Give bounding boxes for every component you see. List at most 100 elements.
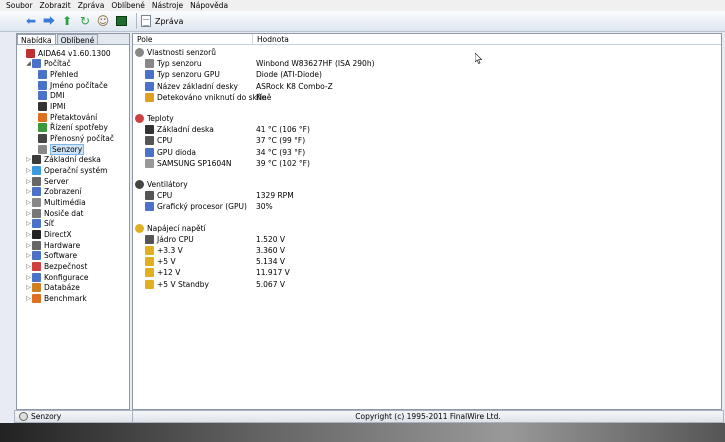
sidebar-item-label: Senzory	[50, 143, 85, 155]
menu-item[interactable]: Zobrazit	[40, 1, 71, 10]
sensor-row[interactable]: Název základní desky ASRock K8 Combo-Z	[133, 81, 719, 92]
field-name: Detekováno vniknutí do skříně	[157, 92, 272, 102]
menu-bar: Soubor Zobrazit Zpráva Oblíbené Nástroje Nápo…	[0, 0, 725, 11]
expand-arrow-icon[interactable]: ▷	[25, 156, 32, 163]
field-value: Winbond W83627HF (ISA 290h)	[256, 59, 375, 69]
dmi-icon	[38, 91, 47, 101]
sidebar-item-databaze[interactable]: ▷ Databáze	[17, 282, 129, 293]
sidebar-item-label: IPMI	[50, 102, 66, 112]
sidebar-item-zakladni-deska[interactable]: ▷ Základní deska	[17, 155, 129, 166]
sensor-row[interactable]: Typ senzoru Winbond W83627HF (ISA 290h)	[133, 58, 719, 69]
sensor-row[interactable]: +5 V Standby 5.067 V	[133, 279, 719, 290]
sidebar-item-pretaktovani[interactable]: Přetaktování	[17, 112, 129, 123]
sidebar-item-zobrazeni[interactable]: ▷ Zobrazení	[17, 187, 129, 198]
directx-icon	[32, 229, 41, 239]
databaze-icon	[32, 283, 41, 293]
sidebar-item-label: AIDA64 v1.60.1300	[38, 48, 111, 58]
sidebar-item-prenosny-pocitac[interactable]: Přenosný počítač	[17, 133, 129, 144]
sensor-row[interactable]: CPU 37 °C (99 °F)	[133, 135, 719, 146]
sidebar-item-ipmi[interactable]: IPMI	[17, 101, 129, 112]
expand-arrow-icon[interactable]: ▷	[25, 242, 32, 249]
row-icon	[135, 48, 144, 57]
sensor-row[interactable]: SAMSUNG SP1604N 39 °C (102 °F)	[133, 158, 719, 169]
expand-arrow-icon[interactable]: ▷	[25, 188, 32, 195]
sidebar-item-label: Multimédia	[44, 198, 86, 208]
menu-item[interactable]: Nástroje	[152, 1, 183, 10]
sidebar-item-prehled[interactable]: Přehled	[17, 69, 129, 80]
menu-item[interactable]: Soubor	[6, 1, 33, 10]
jmeno-pocitace-icon	[38, 80, 47, 90]
refresh-icon[interactable]: ↻	[78, 14, 92, 28]
expand-arrow-icon[interactable]: ▷	[25, 178, 32, 185]
expand-arrow-icon[interactable]: ▷	[25, 199, 32, 206]
field-value: Diode (ATI-Diode)	[256, 70, 322, 80]
sidebar-item-software[interactable]: ▷ Software	[17, 250, 129, 261]
expand-arrow-icon[interactable]: ▷	[25, 295, 32, 302]
group-header[interactable]: Vlastnosti senzorů	[133, 47, 719, 58]
field-value: Ne	[256, 92, 267, 102]
menu-item[interactable]: Zpráva	[78, 1, 105, 10]
sensor-row[interactable]: Jádro CPU 1.520 V	[133, 234, 719, 245]
chip-icon[interactable]	[114, 14, 128, 28]
sensor-row[interactable]: +12 V 11.917 V	[133, 267, 719, 278]
expand-arrow-icon[interactable]: ▷	[25, 167, 32, 174]
sensor-row[interactable]: GPU dioda 34 °C (93 °F)	[133, 147, 719, 158]
menu-item[interactable]: Oblíbené	[111, 1, 145, 10]
sidebar-item-dmi[interactable]: DMI	[17, 91, 129, 102]
report-button[interactable]: Zpráva	[141, 15, 183, 27]
sidebar-item-benchmark[interactable]: ▷ Benchmark	[17, 293, 129, 304]
sidebar-item-operacni-system[interactable]: ▷ Operační systém	[17, 165, 129, 176]
expand-arrow-icon[interactable]: ▷	[25, 231, 32, 238]
menu-item[interactable]: Nápověda	[190, 1, 228, 10]
expand-arrow-icon[interactable]: ◢	[25, 60, 32, 67]
back-arrow-icon[interactable]: ⬅	[24, 14, 38, 28]
sidebar-item-sit[interactable]: ▷ Síť	[17, 219, 129, 230]
forward-arrow-icon[interactable]: ⮕	[42, 14, 56, 28]
field-name: Teploty	[147, 114, 174, 123]
sidebar-item-rizeni-spotreby[interactable]: Řízení spotřeby	[17, 123, 129, 134]
expand-arrow-icon[interactable]: ▷	[25, 220, 32, 227]
field-value: 1329 RPM	[256, 191, 294, 201]
sidebar-item-bezpecnost[interactable]: ▷ Bezpečnost	[17, 261, 129, 272]
column-header-value[interactable]: Hodnota	[253, 34, 721, 44]
group-header[interactable]: Teploty	[133, 113, 719, 124]
up-arrow-icon[interactable]: ⬆	[60, 14, 74, 28]
sidebar-item-label: Zobrazení	[44, 187, 82, 197]
sensor-row[interactable]: Typ senzoru GPU Diode (ATI-Diode)	[133, 69, 719, 80]
sensor-row[interactable]: +3.3 V 3.360 V	[133, 245, 719, 256]
expand-arrow-icon[interactable]: ▷	[25, 263, 32, 270]
tab-nabidka[interactable]: Nabídka	[17, 34, 56, 45]
row-icon	[145, 92, 154, 102]
column-header-field[interactable]: Pole	[133, 34, 253, 44]
sidebar-item-multimedia[interactable]: ▷ Multimédia	[17, 197, 129, 208]
expand-arrow-icon[interactable]: ▷	[25, 284, 32, 291]
field-name: Vlastnosti senzorů	[147, 48, 216, 57]
sensor-row[interactable]: CPU 1329 RPM	[133, 190, 719, 201]
sidebar-item-senzory[interactable]: Senzory	[17, 143, 129, 155]
expand-arrow-icon[interactable]: ▷	[25, 210, 32, 217]
field-name: CPU	[157, 136, 173, 146]
sidebar-item-label: Jméno počítače	[50, 80, 108, 90]
sidebar-item-aida64[interactable]: AIDA64 v1.60.1300	[17, 48, 129, 59]
sidebar-item-hardware[interactable]: ▷ Hardware	[17, 240, 129, 251]
sidebar-item-server[interactable]: ▷ Server	[17, 176, 129, 187]
sidebar-item-pocitac[interactable]: ◢ Počítač	[17, 59, 129, 70]
group-header[interactable]: Napájecí napětí	[133, 223, 719, 234]
field-value: 30%	[256, 202, 273, 212]
group-header[interactable]: Ventilátory	[133, 179, 719, 190]
field-name: Název základní desky	[157, 81, 238, 91]
expand-arrow-icon[interactable]: ▷	[25, 252, 32, 259]
sensor-row[interactable]: Detekováno vniknutí do skříně Ne	[133, 92, 719, 103]
tab-oblibene[interactable]: Oblíbené	[56, 34, 99, 45]
benchmark-icon	[32, 293, 41, 303]
sidebar-item-nosice-dat[interactable]: ▷ Nosiče dat	[17, 208, 129, 219]
field-name: Základní deska	[157, 125, 214, 135]
sidebar-item-jmeno-pocitace[interactable]: Jméno počítače	[17, 80, 129, 91]
sidebar-item-directx[interactable]: ▷ DirectX	[17, 229, 129, 240]
users-icon[interactable]: ☺	[96, 14, 110, 28]
sidebar-item-konfigurace[interactable]: ▷ Konfigurace	[17, 272, 129, 283]
sensor-row[interactable]: Grafický procesor (GPU) 30%	[133, 201, 719, 212]
expand-arrow-icon[interactable]: ▷	[25, 274, 32, 281]
sensor-row[interactable]: Základní deska 41 °C (106 °F)	[133, 124, 719, 135]
sensor-row[interactable]: +5 V 5.134 V	[133, 256, 719, 267]
